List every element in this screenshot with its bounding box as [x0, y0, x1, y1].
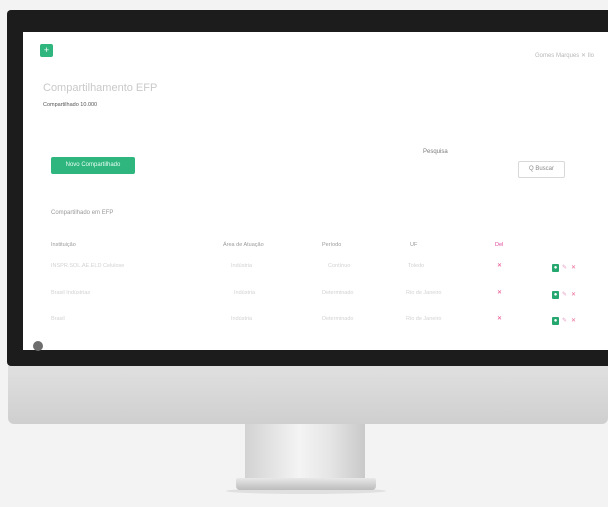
delete-x-icon[interactable]: ✕ — [497, 262, 502, 269]
cell-area: Indústria — [234, 290, 256, 296]
edit-icon[interactable]: ✎ — [561, 264, 568, 272]
monitor-stand-neck — [245, 424, 365, 480]
cell-institution: Brasil — [51, 316, 65, 322]
delete-icon[interactable]: ✕ — [570, 264, 577, 272]
col-header-uf: UF — [410, 242, 418, 248]
cell-period: Contínuo — [328, 263, 351, 269]
new-share-button[interactable]: Novo Compartilhado — [51, 157, 135, 174]
delete-x-icon[interactable]: ✕ — [497, 315, 502, 322]
eye-icon[interactable]: ● — [552, 291, 559, 299]
col-header-period: Período — [322, 242, 342, 248]
edit-icon[interactable]: ✎ — [561, 317, 568, 325]
monitor-chin — [8, 366, 608, 424]
cell-area: Indústria — [231, 316, 253, 322]
cell-area: Indústria — [231, 263, 253, 269]
search-button[interactable]: Q Buscar — [518, 161, 565, 178]
search-input[interactable] — [421, 162, 517, 178]
search-label: Pesquisa — [423, 149, 448, 155]
user-menu[interactable]: Gomes Marques ✕ Ilo — [535, 52, 594, 59]
cell-uf: Toledo — [408, 263, 425, 269]
delete-icon[interactable]: ✕ — [570, 317, 577, 325]
eye-icon[interactable]: ● — [552, 317, 559, 325]
eye-icon[interactable]: ● — [552, 264, 559, 272]
delete-icon[interactable]: ✕ — [570, 291, 577, 299]
col-header-institution: Instituição — [51, 242, 76, 248]
cell-institution: INSPR.SOL.AE.ELD Celulose — [51, 263, 125, 269]
menu-icon[interactable]: + — [40, 44, 53, 57]
page-title: Compartilhamento EFP — [43, 82, 158, 94]
table-section-label: Compartilhado em EFP — [51, 210, 114, 216]
monitor-stand-base — [236, 478, 376, 490]
cell-institution: Brasil Indústrias — [51, 290, 91, 296]
col-header-delete: Del — [495, 242, 504, 248]
page-subtitle: Compartilhado 10.000 — [43, 102, 98, 108]
col-header-area: Área de Atuação — [223, 242, 264, 248]
delete-x-icon[interactable]: ✕ — [497, 289, 502, 296]
cell-period: Determinado — [322, 316, 354, 322]
avatar — [33, 341, 43, 351]
cell-uf: Rio de Janeiro — [406, 316, 442, 322]
edit-icon[interactable]: ✎ — [561, 291, 568, 299]
app-screen: + Gomes Marques ✕ Ilo Compartilhamento E… — [23, 32, 608, 350]
cell-uf: Rio de Janeiro — [406, 290, 442, 296]
cell-period: Determinado — [322, 290, 354, 296]
